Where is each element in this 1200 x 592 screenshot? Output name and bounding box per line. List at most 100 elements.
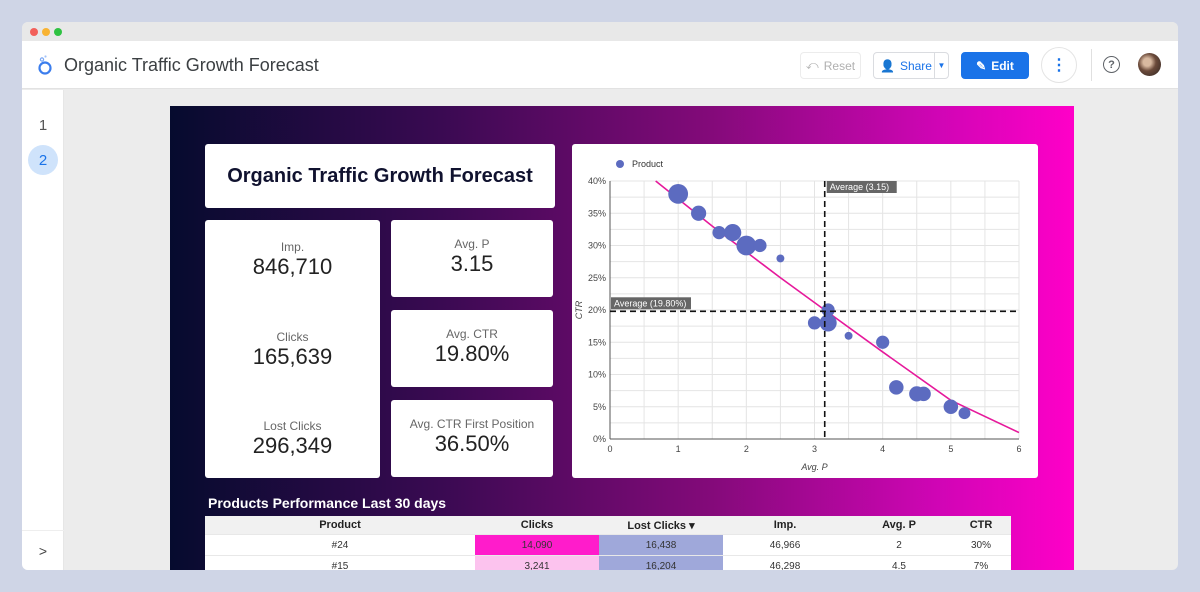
legend-marker	[616, 160, 624, 168]
data-point	[889, 380, 904, 395]
kpi-avg-p-label: Avg. P	[454, 237, 490, 251]
column-header-avg-p[interactable]: Avg. P	[847, 516, 951, 534]
y-tick-label: 40%	[588, 176, 606, 186]
column-header-product[interactable]: Product	[205, 516, 475, 534]
kpi-clicks-label: Clicks	[276, 330, 309, 344]
legend-label: Product	[632, 159, 664, 169]
column-header-imp[interactable]: Imp.	[723, 516, 847, 534]
add-person-icon: 👤	[880, 58, 895, 73]
y-tick-label: 0%	[593, 434, 606, 444]
table-cell: 46,298	[769, 560, 801, 571]
column-header-lost-clicks[interactable]: Lost Clicks ▾	[599, 516, 723, 534]
avatar[interactable]	[1138, 53, 1161, 76]
looker-studio-logo-icon	[38, 55, 52, 75]
kpi-imp-label: Imp.	[280, 240, 305, 254]
x-tick-label: 4	[880, 444, 885, 454]
reset-button[interactable]: ⤺ Reset	[800, 52, 861, 79]
kpi-lost-clicks-label: Lost Clicks	[263, 419, 322, 433]
column-header-clicks[interactable]: Clicks	[475, 516, 599, 534]
data-point	[776, 254, 785, 263]
y-tick-label: 15%	[588, 337, 606, 347]
table-cell: 3,241	[475, 556, 599, 570]
data-point	[916, 386, 931, 402]
data-point	[807, 316, 822, 330]
data-point	[958, 407, 971, 420]
page-2-button[interactable]: 2	[28, 145, 58, 175]
app-header: Organic Traffic Growth Forecast ⤺ Reset …	[22, 41, 1178, 89]
kpi-lost-clicks: Lost Clicks 296,349	[205, 419, 380, 459]
pencil-icon: ✎	[976, 58, 987, 73]
kpi-avg-ctr: Avg. CTR 19.80%	[391, 310, 553, 387]
title-bar	[22, 22, 1178, 41]
table-title: Products Performance Last 30 days	[208, 495, 447, 511]
x-tick-label: 2	[744, 444, 749, 454]
x-tick-label: 0	[607, 444, 612, 454]
kpi-avg-p: Avg. P 3.15	[391, 220, 553, 297]
table-cell: 16,438	[599, 535, 723, 555]
report-name[interactable]: Organic Traffic Growth Forecast	[64, 55, 319, 76]
edit-label: Edit	[991, 58, 1014, 73]
y-tick-label: 30%	[588, 241, 606, 251]
scatter-chart-card: 0 1 2 3 4 5 6 0% 5% 10% 15% 20% 25% 30% 35% 40% Avg. P CT…	[572, 144, 1038, 478]
kpi-imp: Imp. 846,710	[205, 240, 380, 280]
y-tick-label: 20%	[588, 305, 606, 315]
reference-label-y: Average (19.80%)	[614, 298, 686, 308]
table-cell: 4.5	[892, 560, 906, 571]
close-window-button[interactable]	[30, 28, 38, 36]
kpi-clicks: Clicks 165,639	[205, 330, 380, 370]
kpi-avg-ctr-value: 19.80%	[434, 341, 510, 366]
products-table: Product Clicks Lost Clicks ▾ Imp. Avg. P CTR #…	[205, 516, 1011, 570]
data-point	[819, 314, 837, 332]
x-tick-label: 6	[1016, 444, 1021, 454]
scorecard-group-left: Imp. 846,710 Clicks 165,639 Lost Clicks …	[205, 220, 380, 478]
kpi-avg-p-value: 3.15	[450, 251, 494, 276]
y-tick-label: 10%	[588, 370, 606, 380]
page-navigator: 1 2 >	[22, 90, 64, 570]
data-point	[876, 335, 890, 349]
y-tick-label: 35%	[588, 208, 606, 218]
edit-button[interactable]: ✎ Edit	[961, 52, 1029, 79]
toolbar-divider	[1091, 49, 1092, 81]
data-point	[691, 205, 707, 221]
data-point	[668, 184, 689, 204]
kpi-avg-ctr-first-label: Avg. CTR First Position	[409, 417, 535, 431]
report-canvas: Organic Traffic Growth Forecast Imp. 846…	[170, 106, 1074, 570]
data-point	[724, 224, 742, 242]
more-options-icon[interactable]: ⋮	[1041, 47, 1077, 83]
x-tick-label: 3	[812, 444, 817, 454]
minimize-window-button[interactable]	[42, 28, 50, 36]
table-cell: 16,204	[599, 556, 723, 570]
column-header-ctr[interactable]: CTR	[951, 516, 1011, 534]
page-1-button[interactable]: 1	[28, 110, 58, 140]
x-tick-label: 1	[676, 444, 681, 454]
table-cell: #15	[331, 560, 349, 571]
x-tick-label: 5	[948, 444, 953, 454]
table-cell: 46,966	[769, 539, 801, 551]
share-label: Share	[899, 58, 932, 73]
table-cell: 2	[896, 539, 902, 551]
share-button[interactable]: 👤 Share ▼	[873, 52, 949, 79]
kpi-imp-value: 846,710	[252, 254, 333, 279]
kpi-lost-clicks-value: 296,349	[252, 433, 333, 458]
expand-sidebar-chevron-icon[interactable]: >	[22, 530, 64, 570]
app-window: Organic Traffic Growth Forecast ⤺ Reset …	[22, 22, 1178, 570]
help-icon[interactable]: ?	[1103, 56, 1120, 73]
reset-label: Reset	[823, 58, 856, 73]
share-dropdown-caret-icon[interactable]: ▼	[934, 53, 948, 78]
table-header-row: Product Clicks Lost Clicks ▾ Imp. Avg. P CTR	[205, 516, 1011, 535]
table-cell: 30%	[970, 539, 991, 551]
undo-icon: ⤺	[805, 58, 819, 72]
report-title: Organic Traffic Growth Forecast	[205, 144, 555, 208]
table-cell: 7%	[973, 560, 989, 571]
kpi-clicks-value: 165,639	[252, 344, 333, 369]
data-point	[712, 226, 726, 240]
kpi-avg-ctr-first: Avg. CTR First Position 36.50%	[391, 400, 553, 477]
kpi-avg-ctr-label: Avg. CTR	[446, 327, 498, 341]
maximize-window-button[interactable]	[54, 28, 62, 36]
table-row[interactable]: #24 14,090 16,438 46,966 2 30%	[205, 535, 1011, 556]
data-point	[736, 235, 757, 256]
x-axis-label: Avg. P	[800, 462, 827, 472]
y-tick-label: 5%	[593, 402, 606, 412]
scatter-chart: 0 1 2 3 4 5 6 0% 5% 10% 15% 20% 25% 30% 35% 40% Avg. P CT…	[574, 159, 1022, 472]
table-row[interactable]: #15 3,241 16,204 46,298 4.5 7%	[205, 556, 1011, 570]
